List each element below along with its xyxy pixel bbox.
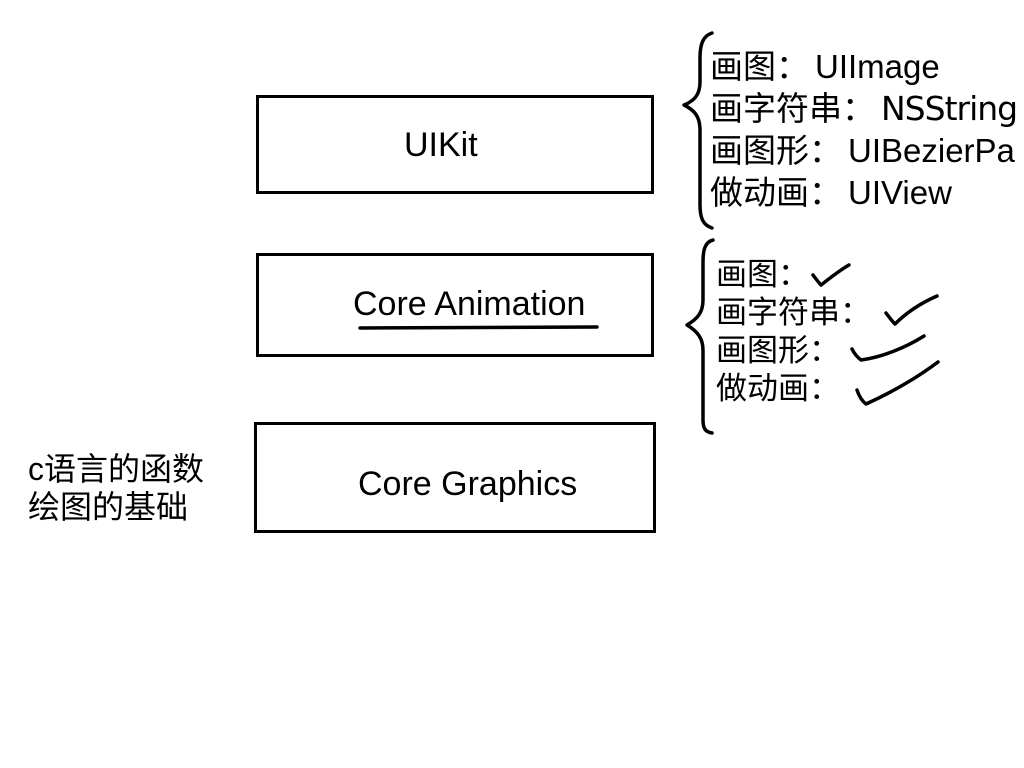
item-label: 画图：	[716, 257, 809, 292]
core-graphics-layer-label: Core Graphics	[358, 465, 578, 503]
core-graphics-note: c语言的函数 绘图的基础	[28, 450, 204, 526]
uikit-brace-icon	[682, 31, 714, 230]
uikit-layer-box: UIKit	[256, 95, 654, 194]
item-label: 画字符串：	[716, 295, 871, 330]
uikit-layer-label: UIKit	[404, 126, 478, 164]
item-label: 做动画：	[710, 174, 842, 211]
item-label: 画图：	[710, 48, 809, 85]
list-item: 画图：	[716, 256, 871, 294]
uikit-capability-list: 画图： UIImage 画字符串： NSString 画图形： UIBezierPa …	[710, 46, 1018, 214]
list-item: 画图： UIImage	[710, 46, 1017, 88]
item-label: 画图形：	[716, 333, 840, 368]
core-animation-capability-list: 画图： 画字符串： 画图形： 做动画：	[716, 256, 871, 408]
item-label: 做动画：	[716, 371, 840, 406]
list-item: 画字符串：	[716, 294, 871, 332]
list-item: 做动画： UIView	[710, 172, 1017, 214]
item-value: NSString	[881, 89, 1018, 128]
core-animation-brace-icon	[685, 238, 715, 435]
check-mark-icon	[884, 294, 939, 326]
list-item: 画图形：	[716, 332, 871, 370]
core-graphics-layer-box: Core Graphics	[254, 422, 656, 533]
note-line: 绘图的基础	[28, 489, 189, 525]
item-label: 画字符串：	[710, 90, 875, 127]
list-item: 画图形： UIBezierPa	[710, 130, 1017, 172]
core-animation-layer-label: Core Animation	[353, 285, 586, 323]
item-value: UIImage	[815, 48, 940, 85]
list-item: 做动画：	[716, 370, 871, 408]
item-value: UIBezierPa	[848, 132, 1015, 169]
note-line: c语言的函数	[28, 451, 205, 487]
list-item: 画字符串： NSString	[710, 88, 1018, 130]
item-value: UIView	[848, 174, 952, 211]
item-label: 画图形：	[710, 132, 842, 169]
core-animation-layer-box: Core Animation	[256, 253, 654, 357]
